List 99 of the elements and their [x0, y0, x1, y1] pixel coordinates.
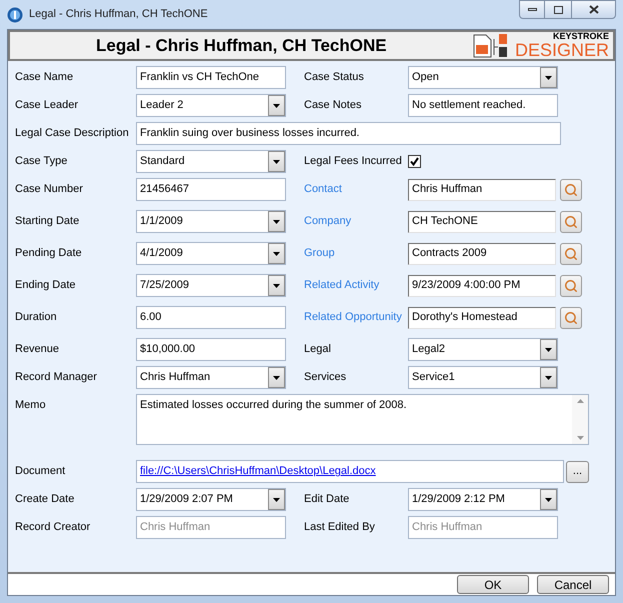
lookup-button[interactable]	[560, 210, 582, 232]
dropdown-arrow-button[interactable]	[268, 275, 285, 296]
field-label: Memo	[15, 398, 47, 413]
logo-text: KEYSTROKE	[552, 32, 609, 41]
field-label: Create Date	[15, 492, 76, 507]
scroll-up-icon	[576, 399, 584, 403]
dialog-button[interactable]: Cancel	[537, 575, 609, 594]
lookup-button[interactable]	[560, 274, 582, 296]
caret-icon	[545, 498, 552, 502]
text-field[interactable]: 6.00	[136, 306, 286, 329]
maximize-button[interactable]	[545, 0, 571, 19]
field-label: Document	[15, 464, 66, 479]
field-label: Case Leader	[15, 98, 79, 113]
dropdown-arrow-button[interactable]	[268, 367, 285, 388]
field-label[interactable]: Related Opportunity	[304, 306, 408, 329]
dropdown-field[interactable]: 1/29/2009 2:07 PM	[136, 488, 286, 511]
text-field[interactable]: $10,000.00	[136, 338, 286, 361]
dropdown-arrow-button[interactable]	[540, 67, 557, 88]
caret-icon	[273, 498, 280, 502]
dropdown-arrow-button[interactable]	[268, 489, 285, 510]
scroll-down-icon	[576, 436, 584, 440]
text-field[interactable]: 21456467	[136, 178, 286, 201]
field-label[interactable]: Related Activity	[304, 274, 408, 297]
browse-button[interactable]: ...	[566, 460, 589, 482]
dropdown-arrow-button[interactable]	[540, 339, 557, 360]
field-label: Revenue	[15, 342, 60, 357]
field-label: Case Type	[15, 154, 68, 169]
text-field[interactable]: 9/23/2009 4:00:00 PM	[408, 274, 556, 296]
field-label: Last Edited By	[304, 520, 376, 535]
field-label[interactable]: Contact	[304, 178, 408, 201]
caret-icon	[545, 76, 552, 80]
text-field[interactable]: CH TechONE	[408, 210, 556, 232]
field-label: Legal	[304, 342, 332, 357]
lookup-button[interactable]	[560, 178, 582, 200]
caret-icon	[273, 220, 280, 224]
dropdown-field[interactable]: 1/29/2009 2:12 PM	[408, 488, 558, 511]
text-field[interactable]: Contracts 2009	[408, 242, 556, 264]
scrollbar[interactable]	[572, 395, 588, 444]
text-field[interactable]: No settlement reached.	[408, 94, 558, 117]
dropdown-field[interactable]: 7/25/2009	[136, 274, 286, 297]
text-field[interactable]: Franklin vs CH TechOne	[136, 66, 286, 89]
memo-field[interactable]: Estimated losses occurred during the summer of 2008.	[136, 394, 589, 445]
dropdown-arrow-button[interactable]	[268, 151, 285, 172]
search-icon	[564, 214, 578, 228]
form-title: Legal - Chris Huffman, CH TechONE	[96, 34, 387, 57]
dropdown-field[interactable]: Legal2	[408, 338, 558, 361]
lookup-button[interactable]	[560, 306, 582, 328]
text-field[interactable]: Dorothy's Homestead	[408, 306, 556, 328]
field-label: Edit Date	[304, 492, 350, 507]
field-label: Case Status	[304, 70, 365, 85]
field-label: Legal Case Description	[15, 126, 130, 141]
app-icon	[7, 6, 23, 22]
caret-icon	[273, 284, 280, 288]
search-icon	[564, 246, 578, 260]
field-label: Legal Fees Incurred	[304, 154, 403, 169]
search-icon	[564, 182, 578, 196]
field-label: Case Notes	[304, 98, 362, 113]
dropdown-field[interactable]: 4/1/2009	[136, 242, 286, 265]
text-field[interactable]: Franklin suing over business losses incurred.	[136, 122, 561, 145]
dropdown-field[interactable]: Service1	[408, 366, 558, 389]
caret-icon	[273, 376, 280, 380]
checkbox[interactable]	[408, 155, 421, 168]
caret-icon	[545, 376, 552, 380]
field-label: Case Number	[15, 182, 84, 197]
caret-icon	[273, 160, 280, 164]
dropdown-arrow-button[interactable]	[268, 211, 285, 232]
field-label: Pending Date	[15, 246, 83, 261]
dialog-button[interactable]: OK	[457, 575, 529, 594]
minimize-button[interactable]	[519, 0, 545, 19]
dropdown-field[interactable]: Chris Huffman	[136, 366, 286, 389]
field-label: Services	[304, 370, 348, 385]
window-title: Legal - Chris Huffman, CH TechONE	[29, 7, 208, 22]
field-label[interactable]: Group	[304, 242, 408, 265]
check-icon	[410, 157, 419, 166]
dropdown-arrow-button[interactable]	[268, 243, 285, 264]
search-icon	[564, 310, 578, 324]
field-label: Case Name	[15, 70, 74, 85]
lookup-button[interactable]	[560, 242, 582, 264]
field-label: Record Creator	[15, 520, 92, 535]
caret-icon	[273, 252, 280, 256]
close-icon	[588, 5, 598, 14]
close-button[interactable]	[571, 0, 616, 19]
dropdown-field[interactable]: Open	[408, 66, 558, 89]
caret-icon	[273, 104, 280, 108]
logo-text: DESIGNER	[514, 41, 609, 59]
caret-icon	[545, 348, 552, 352]
field-label: Duration	[15, 310, 58, 325]
field-label: Ending Date	[15, 278, 77, 293]
dropdown-field[interactable]: Leader 2	[136, 94, 286, 117]
field-label[interactable]: Company	[304, 210, 408, 233]
dropdown-arrow-button[interactable]	[540, 489, 557, 510]
dropdown-arrow-button[interactable]	[540, 367, 557, 388]
field-label: Starting Date	[15, 214, 80, 229]
dropdown-arrow-button[interactable]	[268, 95, 285, 116]
dropdown-field[interactable]: 1/1/2009	[136, 210, 286, 233]
search-icon	[564, 278, 578, 292]
field-label: Record Manager	[15, 370, 98, 385]
text-field[interactable]: Chris Huffman	[408, 178, 556, 200]
dropdown-field[interactable]: Standard	[136, 150, 286, 173]
